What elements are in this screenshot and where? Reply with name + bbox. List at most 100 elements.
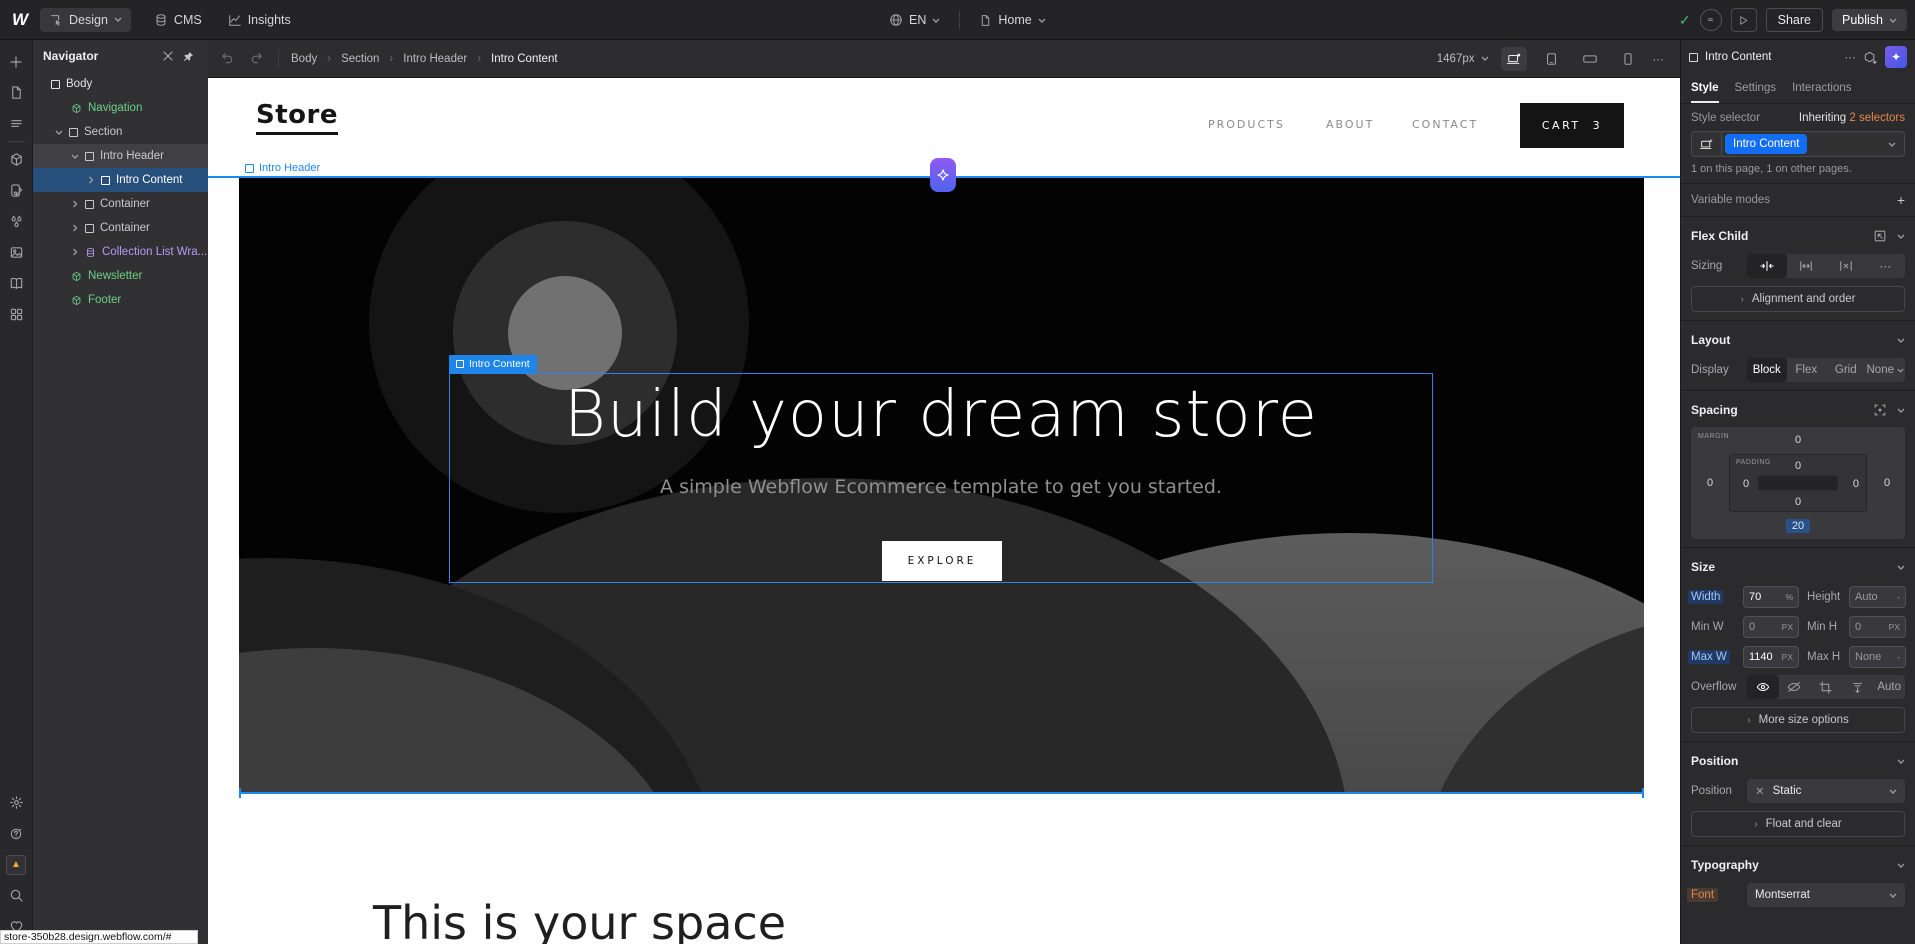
- publish-button[interactable]: Publish: [1832, 9, 1907, 31]
- section-label-intro-header[interactable]: Intro Header: [245, 162, 320, 174]
- more-size-options-expander[interactable]: › More size options: [1691, 707, 1905, 733]
- font-dropdown[interactable]: Montserrat: [1747, 883, 1905, 907]
- ai-assistant-button[interactable]: ✦: [1885, 46, 1907, 68]
- viewport-width-dropdown[interactable]: 1467px: [1437, 53, 1489, 65]
- chevron-down-icon[interactable]: [1888, 142, 1896, 147]
- close-icon[interactable]: [158, 51, 178, 61]
- section-heading[interactable]: This is your space: [373, 896, 786, 944]
- sizing-grow-option[interactable]: [1787, 254, 1827, 278]
- chevron-collapsed-icon[interactable]: [87, 176, 95, 184]
- chevron-down-icon[interactable]: [1897, 338, 1905, 343]
- chevron-collapsed-icon[interactable]: [71, 200, 79, 208]
- tree-item-body[interactable]: Body: [33, 72, 208, 96]
- display-none-option[interactable]: None: [1866, 358, 1906, 382]
- tree-item-intro-content[interactable]: Intro Content: [33, 168, 208, 192]
- tree-item-collection-list[interactable]: Collection List Wra...: [33, 240, 208, 264]
- breakpoint-mobile-landscape-button[interactable]: [1577, 47, 1603, 71]
- min-w-input[interactable]: 0PX: [1743, 616, 1799, 638]
- tab-settings[interactable]: Settings: [1735, 74, 1777, 103]
- padding-right-value[interactable]: 0: [1853, 478, 1859, 490]
- breakpoint-tablet-button[interactable]: [1539, 47, 1565, 71]
- clear-icon[interactable]: ✕: [1755, 784, 1765, 798]
- more-breakpoints-button[interactable]: ⋯: [1653, 52, 1665, 66]
- class-token[interactable]: Intro Content: [1725, 134, 1807, 154]
- overflow-hidden-option[interactable]: [1779, 675, 1811, 699]
- display-grid-option[interactable]: Grid: [1826, 358, 1866, 382]
- nav-link-products[interactable]: PRODUCTS: [1208, 118, 1285, 131]
- webflow-logo-icon[interactable]: W: [0, 10, 40, 30]
- chevron-down-icon[interactable]: [1897, 234, 1905, 239]
- help-button[interactable]: [0, 818, 33, 849]
- sizing-more-option[interactable]: ⋯: [1866, 254, 1906, 278]
- add-variable-mode-button[interactable]: +: [1897, 192, 1905, 208]
- settings-button[interactable]: [0, 787, 33, 818]
- tree-item-newsletter[interactable]: Newsletter: [33, 264, 208, 288]
- breadcrumb-item-current[interactable]: Intro Content: [491, 53, 557, 65]
- padding-left-value[interactable]: 0: [1743, 478, 1749, 490]
- breadcrumb-item[interactable]: Body: [291, 53, 317, 65]
- inherit-count-link[interactable]: 2 selectors: [1849, 112, 1905, 124]
- width-input[interactable]: 70%: [1743, 586, 1799, 608]
- overflow-clip-option[interactable]: [1810, 675, 1842, 699]
- undo-icon[interactable]: [220, 51, 235, 66]
- tree-item-navigation[interactable]: Navigation: [33, 96, 208, 120]
- display-flex-option[interactable]: Flex: [1787, 358, 1827, 382]
- insights-button[interactable]: Insights: [219, 8, 300, 32]
- share-button[interactable]: Share: [1766, 8, 1823, 32]
- position-dropdown[interactable]: ✕ Static: [1747, 779, 1905, 803]
- breakpoint-mobile-portrait-button[interactable]: [1615, 47, 1641, 71]
- class-selector-input[interactable]: Intro Content: [1691, 131, 1905, 157]
- overflow-visible-option[interactable]: [1747, 675, 1779, 699]
- components-button[interactable]: [0, 144, 33, 175]
- overflow-auto-option[interactable]: Auto: [1873, 675, 1905, 699]
- breadcrumb-item[interactable]: Section: [341, 53, 379, 65]
- chevron-expanded-icon[interactable]: [55, 130, 63, 135]
- design-mode-button[interactable]: Design: [40, 8, 131, 32]
- chevron-down-icon[interactable]: [1897, 863, 1905, 868]
- overflow-scroll-option[interactable]: [1842, 675, 1874, 699]
- nav-link-about[interactable]: ABOUT: [1326, 118, 1374, 131]
- margin-left-value[interactable]: 0: [1707, 477, 1713, 489]
- chevron-down-icon[interactable]: [1897, 408, 1905, 413]
- navigator-button[interactable]: [0, 108, 33, 139]
- max-h-input[interactable]: None-: [1849, 646, 1906, 668]
- pages-button[interactable]: [0, 77, 33, 108]
- margin-top-value[interactable]: 0: [1795, 434, 1801, 446]
- tree-item-container-2[interactable]: Container: [33, 216, 208, 240]
- page-switcher[interactable]: Home: [970, 8, 1054, 32]
- cms-button[interactable]: CMS: [145, 8, 211, 32]
- chevron-collapsed-icon[interactable]: [71, 248, 79, 256]
- tree-item-section[interactable]: Section: [33, 120, 208, 144]
- padding-top-value[interactable]: 0: [1795, 460, 1801, 472]
- tab-style[interactable]: Style: [1691, 74, 1719, 103]
- tab-interactions[interactable]: Interactions: [1792, 74, 1851, 103]
- chevron-down-icon[interactable]: [1897, 565, 1905, 570]
- locale-switcher[interactable]: EN: [880, 8, 949, 32]
- create-component-icon[interactable]: [1863, 50, 1878, 65]
- preview-button[interactable]: [1731, 8, 1757, 32]
- sizing-shrink-option[interactable]: [1747, 254, 1787, 278]
- alignment-order-expander[interactable]: › Alignment and order: [1691, 286, 1905, 312]
- add-section-handle[interactable]: [930, 158, 956, 192]
- spacing-mode-icon[interactable]: [1873, 403, 1887, 417]
- flex-child-reset-icon[interactable]: [1873, 229, 1887, 243]
- breakpoint-desktop-button[interactable]: [1501, 47, 1527, 71]
- add-elements-button[interactable]: [0, 46, 33, 77]
- selection-tag-intro-content[interactable]: Intro Content: [449, 355, 537, 373]
- breadcrumb-item[interactable]: Intro Header: [403, 53, 467, 65]
- padding-bottom-value[interactable]: 0: [1795, 496, 1801, 508]
- chevron-expanded-icon[interactable]: [71, 154, 79, 159]
- max-w-input[interactable]: 1140PX: [1743, 646, 1799, 668]
- libraries-button[interactable]: [0, 268, 33, 299]
- chevron-down-icon[interactable]: [1897, 759, 1905, 764]
- style-manager-button[interactable]: [0, 175, 33, 206]
- upgrade-button[interactable]: ▲: [0, 849, 33, 880]
- site-brand-link[interactable]: Store: [256, 100, 338, 135]
- pin-icon[interactable]: [178, 51, 198, 62]
- tree-item-intro-header[interactable]: Intro Header: [33, 144, 208, 168]
- cart-button[interactable]: CART 3: [1520, 103, 1624, 148]
- margin-right-value[interactable]: 0: [1884, 477, 1890, 489]
- display-block-option[interactable]: Block: [1747, 358, 1787, 382]
- apps-button[interactable]: [0, 299, 33, 330]
- assets-button[interactable]: [0, 237, 33, 268]
